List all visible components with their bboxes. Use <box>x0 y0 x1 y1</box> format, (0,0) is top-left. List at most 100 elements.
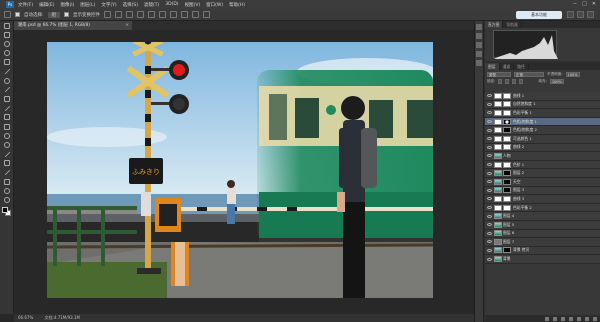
visibility-eye-icon[interactable] <box>487 180 492 184</box>
dodge-tool[interactable] <box>0 140 14 149</box>
layer-row[interactable]: 图层 3 <box>485 186 600 196</box>
layer-mask-thumbnail[interactable] <box>503 161 511 168</box>
layer-row[interactable]: 色相/饱和度 2 <box>485 126 600 135</box>
visibility-eye-icon[interactable] <box>487 120 492 124</box>
menu-item[interactable]: 窗口(W) <box>206 2 223 8</box>
menu-item[interactable]: 文字(Y) <box>101 2 116 8</box>
visibility-eye-icon[interactable] <box>487 231 492 235</box>
align-top-icon[interactable] <box>104 11 112 18</box>
document-tab[interactable]: 湘南.psd @ 66.7% (图层 1, RGB/8) × <box>14 21 132 30</box>
tab-channels[interactable]: 通道 <box>499 63 515 70</box>
distribute-top-icon[interactable] <box>170 11 178 18</box>
brush-tool[interactable] <box>0 85 14 94</box>
adjustments-panel-icon[interactable] <box>476 42 482 48</box>
visibility-eye-icon[interactable] <box>487 137 492 141</box>
character-panel-icon[interactable] <box>476 51 482 57</box>
layer-row[interactable]: 自然饱和度 1 <box>485 100 600 110</box>
layer-row[interactable]: 色彩平衡 2 <box>485 203 600 213</box>
layer-mask-thumbnail[interactable] <box>503 195 511 202</box>
history-panel-icon[interactable] <box>476 24 482 30</box>
zoom-level[interactable]: 66.67% <box>18 315 33 320</box>
visibility-eye-icon[interactable] <box>487 171 492 175</box>
layer-row[interactable]: 色相/饱和度 1 <box>485 117 600 127</box>
layer-row[interactable]: 背景 <box>485 255 600 264</box>
auto-select-dropdown[interactable]: 组 <box>47 11 61 18</box>
menu-item[interactable]: 滤镜(T) <box>144 2 159 8</box>
foreground-color-swatch[interactable] <box>2 207 8 213</box>
layer-row[interactable]: 曲线 2 <box>485 143 600 153</box>
lock-pixels-icon[interactable] <box>505 79 510 84</box>
menu-item[interactable]: 3D(D) <box>165 2 178 8</box>
arrange-icon[interactable] <box>577 11 584 18</box>
visibility-eye-icon[interactable] <box>487 206 492 210</box>
layer-row[interactable]: 天空 <box>485 177 600 187</box>
lock-position-icon[interactable] <box>512 79 517 84</box>
visibility-eye-icon[interactable] <box>487 94 492 98</box>
gradient-tool[interactable] <box>0 122 14 131</box>
new-group-icon[interactable] <box>577 316 581 321</box>
adjustment-layer-icon[interactable] <box>569 316 573 321</box>
zoom-tool[interactable] <box>0 196 14 205</box>
workspace-switcher[interactable]: 基本功能 <box>516 11 562 19</box>
healing-brush-tool[interactable] <box>0 76 14 85</box>
align-middle-icon[interactable] <box>115 11 123 18</box>
visibility-eye-icon[interactable] <box>487 188 492 192</box>
path-select-tool[interactable] <box>0 168 14 177</box>
visibility-eye-icon[interactable] <box>487 240 492 244</box>
menu-item[interactable]: 编辑(E) <box>39 2 54 8</box>
lock-transparency-icon[interactable] <box>498 79 503 84</box>
layer-mask-thumbnail[interactable] <box>503 118 511 125</box>
layer-row[interactable]: 图层 7 <box>485 238 600 247</box>
layer-filter-dropdown[interactable]: 类型 <box>487 72 511 77</box>
visibility-eye-icon[interactable] <box>487 257 492 261</box>
layer-mask-thumbnail[interactable] <box>503 204 511 211</box>
auto-select-checkbox[interactable] <box>15 12 20 17</box>
search-icon[interactable] <box>567 11 574 18</box>
layer-mask-thumbnail[interactable] <box>503 170 511 177</box>
visibility-eye-icon[interactable] <box>487 111 492 115</box>
menu-item[interactable]: 文件(F) <box>18 2 33 8</box>
new-layer-icon[interactable] <box>585 316 589 321</box>
add-mask-icon[interactable] <box>561 316 565 321</box>
align-center-icon[interactable] <box>148 11 156 18</box>
link-layers-icon[interactable] <box>545 316 549 321</box>
type-tool[interactable] <box>0 159 14 168</box>
layer-row[interactable]: 图层 2 <box>485 169 600 178</box>
layer-row[interactable]: 色阶 1 <box>485 160 600 170</box>
tab-layers[interactable]: 图层 <box>485 63 500 70</box>
3d-mode-icon[interactable] <box>203 11 211 18</box>
history-brush-tool[interactable] <box>0 104 14 113</box>
layer-mask-thumbnail[interactable] <box>503 178 511 185</box>
layer-mask-thumbnail[interactable] <box>503 247 511 254</box>
layer-row[interactable]: 背景 拷贝 <box>485 246 600 256</box>
distribute-bottom-icon[interactable] <box>192 11 200 18</box>
close-window-button[interactable]: ✕ <box>592 1 596 7</box>
visibility-eye-icon[interactable] <box>487 223 492 227</box>
layer-row[interactable]: 图层 5 <box>485 220 600 230</box>
layer-mask-thumbnail[interactable] <box>503 109 511 116</box>
color-swatches[interactable] <box>2 207 12 217</box>
fill-field[interactable]: 100% <box>549 79 564 84</box>
close-tab-icon[interactable]: × <box>125 21 129 30</box>
layer-mask-thumbnail[interactable] <box>503 144 511 151</box>
canvas-area[interactable]: ふみきり <box>14 30 474 314</box>
tab-histogram[interactable]: 直方图 <box>485 21 504 28</box>
share-icon[interactable] <box>587 11 594 18</box>
properties-panel-icon[interactable] <box>476 33 482 39</box>
visibility-eye-icon[interactable] <box>487 145 492 149</box>
paragraph-panel-icon[interactable] <box>476 60 482 66</box>
eraser-tool[interactable] <box>0 113 14 122</box>
visibility-eye-icon[interactable] <box>487 248 492 252</box>
layer-row[interactable]: 曲线 3 <box>485 195 600 204</box>
layer-mask-thumbnail[interactable] <box>503 135 511 142</box>
visibility-eye-icon[interactable] <box>487 154 492 158</box>
lock-all-icon[interactable] <box>519 79 524 84</box>
visibility-eye-icon[interactable] <box>487 102 492 106</box>
blur-tool[interactable] <box>0 131 14 140</box>
layer-mask-thumbnail[interactable] <box>503 101 511 108</box>
visibility-eye-icon[interactable] <box>487 163 492 167</box>
lasso-tool[interactable] <box>0 39 14 48</box>
layer-row[interactable]: 曲线 1 <box>485 92 600 101</box>
hand-tool[interactable] <box>0 186 14 195</box>
shape-tool[interactable] <box>0 177 14 186</box>
